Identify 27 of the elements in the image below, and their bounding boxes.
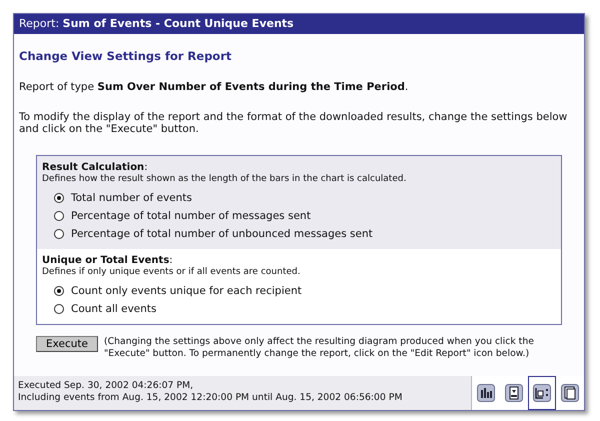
section-description: Defines if only unique events or if all events are counted. — [42, 267, 302, 277]
section-title: Result Calculation: — [42, 162, 149, 173]
radio-button[interactable] — [54, 304, 64, 314]
radio-button[interactable] — [54, 211, 64, 221]
execute-note: (Changing the settings above only affect the resulting diagram produced when you click the "Execute" button. To permanently change the report, click on the "Edit Report" icon below.) — [104, 336, 535, 359]
list-icon — [533, 384, 551, 402]
section-description: Defines how the result shown as the length of the bars in the chart is calculated. — [42, 174, 408, 184]
radio-button[interactable] — [54, 229, 64, 239]
option-label[interactable]: Count all events — [71, 303, 157, 315]
radio-button[interactable] — [54, 193, 64, 203]
report-type-text: Report of type Sum Over Number of Events during the Time Period. — [19, 81, 410, 93]
option-label[interactable]: Percentage of total number of messages sent — [71, 210, 311, 222]
status-text: Executed Sep. 30, 2002 04:26:07 PM, — [18, 380, 194, 392]
execute-button[interactable]: Execute — [36, 336, 98, 352]
bar-chart-icon — [477, 384, 495, 402]
instructions-text: To modify the display of the report and the format of the downloaded results, change the settings below and click on the "Execute" button. — [19, 111, 568, 135]
option-label[interactable]: Count only events unique for each recipient — [71, 285, 302, 297]
section-title: Unique or Total Events: — [42, 255, 174, 266]
option-label[interactable]: Percentage of total number of unbounced messages sent — [71, 228, 373, 240]
pages-icon — [561, 384, 579, 402]
option-label[interactable]: Total number of events — [71, 192, 192, 204]
radio-button[interactable] — [54, 286, 64, 296]
toolbar-tab-selected[interactable] — [528, 376, 556, 410]
page-heading: Change View Settings for Report — [19, 49, 232, 63]
status-text: Including events from Aug. 15, 2002 12:20:00 PM until Aug. 15, 2002 06:56:00 PM — [18, 392, 402, 403]
window-title: Report: Sum of Events - Count Unique Events — [14, 14, 584, 34]
document-icon — [505, 384, 523, 402]
